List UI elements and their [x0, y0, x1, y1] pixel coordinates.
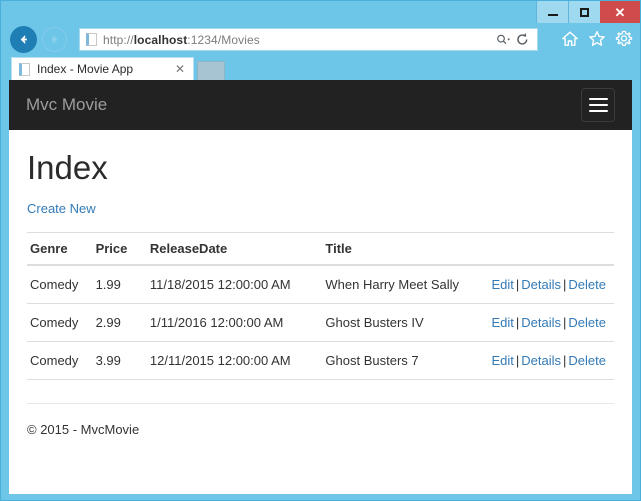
column-header-genre: Genre [27, 232, 93, 266]
edit-link[interactable]: Edit [491, 315, 513, 330]
url-scheme: http:// [103, 32, 134, 47]
tab-close-icon[interactable]: ✕ [175, 63, 185, 75]
table-header: Genre Price ReleaseDate Title [27, 232, 614, 266]
delete-link[interactable]: Delete [568, 277, 606, 292]
forward-button[interactable] [42, 27, 67, 52]
forward-arrow-icon [51, 35, 58, 44]
cell-actions: Edit | Details | Delete [488, 341, 614, 380]
delete-link[interactable]: Delete [568, 315, 606, 330]
maximize-icon [580, 7, 589, 17]
cell-release-date: 11/18/2015 12:00:00 AM [146, 264, 323, 304]
cell-genre: Comedy [27, 341, 93, 380]
url-text: http://localhost:1234/Movies [103, 33, 260, 47]
table-row: Comedy 2.99 1/11/2016 12:00:00 AM Ghost … [27, 303, 614, 342]
gear-icon[interactable] [613, 28, 634, 50]
star-icon[interactable] [586, 28, 607, 50]
table-body: Comedy 1.99 11/18/2015 12:00:00 AM When … [27, 264, 614, 380]
delete-link[interactable]: Delete [568, 353, 606, 368]
browser-titlebar: ✕ [1, 1, 640, 23]
cell-price: 2.99 [92, 303, 147, 342]
edit-link[interactable]: Edit [491, 353, 513, 368]
new-tab-button[interactable] [197, 61, 225, 80]
cell-genre: Comedy [27, 303, 93, 342]
column-header-price: Price [92, 232, 147, 266]
search-icon[interactable] [494, 30, 513, 49]
maximize-button[interactable] [568, 1, 600, 23]
cell-actions: Edit | Details | Delete [488, 303, 614, 342]
hamburger-bar [588, 110, 608, 112]
table-header-row: Genre Price ReleaseDate Title [27, 232, 614, 266]
page-content: Index Create New Genre Price ReleaseDate… [9, 149, 632, 437]
page-viewport: Mvc Movie Index Create New Genre Price R… [9, 80, 632, 494]
hamburger-bar [588, 104, 608, 106]
browser-toolbar-icons [559, 28, 634, 50]
window-bottom-edge [1, 494, 640, 500]
table-row: Comedy 3.99 12/11/2015 12:00:00 AM Ghost… [27, 341, 614, 380]
edit-link[interactable]: Edit [491, 277, 513, 292]
hamburger-menu-icon[interactable] [581, 88, 615, 122]
home-icon[interactable] [559, 28, 580, 50]
cell-price: 3.99 [92, 341, 147, 380]
cell-title: When Harry Meet Sally [322, 264, 489, 304]
browser-navigation-bar: http://localhost:1234/Movies [1, 23, 640, 55]
table-row: Comedy 1.99 11/18/2015 12:00:00 AM When … [27, 264, 614, 304]
cell-actions: Edit | Details | Delete [488, 264, 614, 304]
column-header-title: Title [322, 232, 489, 266]
cell-genre: Comedy [27, 264, 93, 304]
details-link[interactable]: Details [521, 277, 561, 292]
details-link[interactable]: Details [521, 353, 561, 368]
back-arrow-icon [20, 35, 27, 44]
cell-release-date: 1/11/2016 12:00:00 AM [146, 303, 323, 342]
browser-window: ✕ http://localhost:1234/Movies Index - M… [0, 0, 641, 501]
tab-title: Index - Movie App [37, 62, 134, 76]
browser-tab[interactable]: Index - Movie App ✕ [11, 57, 194, 80]
minimize-button[interactable] [536, 1, 568, 23]
back-button[interactable] [10, 26, 37, 53]
cell-title: Ghost Busters 7 [322, 341, 489, 380]
url-path: :1234/Movies [187, 32, 260, 47]
cell-title: Ghost Busters IV [322, 303, 489, 342]
column-header-actions [488, 232, 614, 266]
page-favicon-icon [86, 33, 97, 46]
cell-price: 1.99 [92, 264, 147, 304]
url-host: localhost [133, 32, 188, 47]
refresh-icon[interactable] [513, 30, 532, 49]
movies-table: Genre Price ReleaseDate Title Comedy 1.9… [27, 232, 614, 380]
hamburger-bar [588, 98, 608, 100]
address-bar[interactable]: http://localhost:1234/Movies [79, 28, 538, 51]
page-title: Index [27, 149, 108, 186]
create-new-link[interactable]: Create New [27, 201, 96, 216]
minimize-icon [547, 14, 558, 16]
window-controls: ✕ [536, 1, 640, 23]
column-header-releasedate: ReleaseDate [146, 232, 323, 266]
cell-release-date: 12/11/2015 12:00:00 AM [146, 341, 323, 380]
site-navbar: Mvc Movie [9, 80, 632, 130]
details-link[interactable]: Details [521, 315, 561, 330]
tab-strip: Index - Movie App ✕ [1, 55, 640, 80]
page-footer: © 2015 - MvcMovie [27, 403, 614, 437]
tab-favicon-icon [19, 62, 30, 76]
close-button[interactable]: ✕ [600, 1, 640, 23]
navbar-brand[interactable]: Mvc Movie [26, 93, 107, 117]
address-bar-tools [494, 30, 537, 49]
close-icon: ✕ [614, 4, 626, 20]
